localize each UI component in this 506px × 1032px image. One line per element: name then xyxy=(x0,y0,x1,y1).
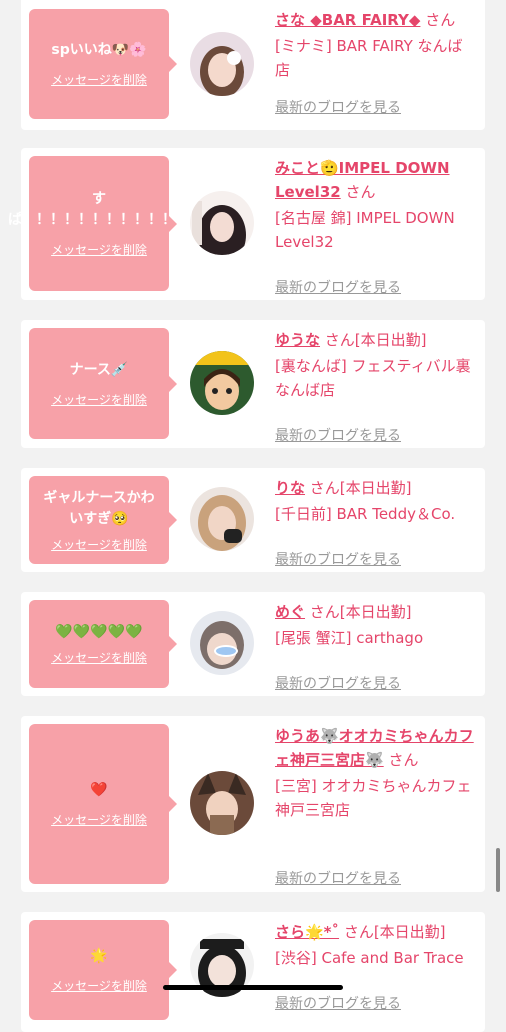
shop-name: [千日前] BAR Teddy＆Co. xyxy=(275,505,456,523)
shop-name: [名古屋 錦] IMPEL DOWN Level32 xyxy=(275,209,455,251)
message-text: 💚💚💚💚💚 xyxy=(55,624,143,640)
latest-blog-link[interactable]: 最新のブログを見る xyxy=(275,549,401,569)
latest-blog-link[interactable]: 最新のブログを見る xyxy=(275,993,401,1013)
avatar[interactable] xyxy=(190,351,254,415)
message-card: ❤️ メッセージを削除 ゆうあ🐺オオカミちゃんカフェ神戸三宮店🐺 さん [三宮]… xyxy=(21,716,485,892)
avatar[interactable] xyxy=(190,487,254,551)
message-card: すぱ！！！！！！！！！！！！ メッセージを削除 みこと🫡IMPEL DOWN L… xyxy=(8,148,485,300)
delete-message-link[interactable]: メッセージを削除 xyxy=(51,649,147,666)
latest-blog-link[interactable]: 最新のブログを見る xyxy=(275,425,401,445)
message-bubble: ギャルナースかわいすぎ🥺 メッセージを削除 xyxy=(29,476,177,564)
profile-name-link[interactable]: りな xyxy=(275,479,305,497)
shop-name: [尾張 蟹江] carthago xyxy=(275,629,424,647)
message-bubble: spいいね🐶🌸 メッセージを削除 xyxy=(29,9,177,119)
message-text: すぱ！！！！！！！！！！！！ xyxy=(8,191,190,228)
message-text: ナース💉 xyxy=(69,361,129,378)
avatar[interactable] xyxy=(190,32,254,96)
shop-name: [ミナミ] BAR FAIRY なんば店 xyxy=(275,37,463,79)
message-text: 🌟 xyxy=(90,948,108,964)
avatar[interactable] xyxy=(190,771,254,835)
message-text: ギャルナースかわいすぎ🥺 xyxy=(43,489,155,527)
message-bubble: 💚💚💚💚💚 メッセージを削除 xyxy=(29,600,177,688)
honorific: さん xyxy=(425,11,456,29)
message-bubble: すぱ！！！！！！！！！！！！ メッセージを削除 xyxy=(8,156,190,291)
profile-info: ゆうあ🐺オオカミちゃんカフェ神戸三宮店🐺 さん [三宮] オオカミちゃんカフェ神… xyxy=(275,724,475,887)
profile-info: みこと🫡IMPEL DOWN Level32 さん [名古屋 錦] IMPEL … xyxy=(275,156,475,296)
delete-message-link[interactable]: メッセージを削除 xyxy=(51,71,147,88)
message-card: 💚💚💚💚💚 メッセージを削除 めぐ さん[本日出勤] [尾張 蟹江] carth… xyxy=(21,592,485,696)
message-card: spいいね🐶🌸 メッセージを削除 さな ◆BAR FAIRY◆ さん [ミナミ]… xyxy=(21,0,485,130)
delete-message-link[interactable]: メッセージを削除 xyxy=(51,811,147,828)
profile-info: ゆうな さん[本日出勤] [裏なんば] フェスティバル裏なんば店 最新のブログを… xyxy=(275,328,475,444)
profile-name-link[interactable]: さな ◆BAR FAIRY◆ xyxy=(275,11,420,29)
message-text: ❤️ xyxy=(90,782,108,798)
shop-name: [三宮] オオカミちゃんカフェ神戸三宮店 xyxy=(275,777,472,819)
message-card: ナース💉 メッセージを削除 ゆうな さん[本日出勤] [裏なんば] フェスティバ… xyxy=(21,320,485,448)
profile-name-link[interactable]: ゆうな xyxy=(275,331,320,349)
latest-blog-link[interactable]: 最新のブログを見る xyxy=(275,97,401,117)
honorific: さん[本日出勤] xyxy=(343,923,446,941)
profile-info: さな ◆BAR FAIRY◆ さん [ミナミ] BAR FAIRY なんば店 最… xyxy=(275,8,475,116)
profile-name-link[interactable]: ゆうあ🐺オオカミちゃんカフェ神戸三宮店🐺 xyxy=(275,727,474,769)
delete-message-link[interactable]: メッセージを削除 xyxy=(51,536,147,553)
avatar[interactable] xyxy=(190,611,254,675)
latest-blog-link[interactable]: 最新のブログを見る xyxy=(275,673,401,693)
honorific: さん xyxy=(345,183,376,201)
message-bubble: ナース💉 メッセージを削除 xyxy=(29,328,177,439)
message-text: spいいね🐶🌸 xyxy=(51,42,147,58)
message-bubble: ❤️ メッセージを削除 xyxy=(29,724,177,884)
honorific: さん xyxy=(388,751,419,769)
profile-name-link[interactable]: さら🌟*˚ xyxy=(275,923,339,941)
delete-message-link[interactable]: メッセージを削除 xyxy=(51,977,147,994)
shop-name: [裏なんば] フェスティバル裏なんば店 xyxy=(275,357,471,399)
profile-info: りな さん[本日出勤] [千日前] BAR Teddy＆Co. 最新のブログを見… xyxy=(275,476,475,568)
message-card: ギャルナースかわいすぎ🥺 メッセージを削除 りな さん[本日出勤] [千日前] … xyxy=(21,468,485,572)
delete-message-link[interactable]: メッセージを削除 xyxy=(51,241,147,258)
profile-info: めぐ さん[本日出勤] [尾張 蟹江] carthago 最新のブログを見る xyxy=(275,600,475,692)
honorific: さん[本日出勤] xyxy=(309,603,412,621)
delete-message-link[interactable]: メッセージを削除 xyxy=(51,391,147,408)
message-bubble: 🌟 メッセージを削除 xyxy=(29,920,177,1020)
message-card: 🌟 メッセージを削除 さら🌟*˚ さん[本日出勤] [渋谷] Cafe and … xyxy=(21,912,485,1032)
scrollbar[interactable] xyxy=(496,848,500,892)
honorific: さん[本日出勤] xyxy=(309,479,412,497)
avatar[interactable] xyxy=(190,191,254,255)
latest-blog-link[interactable]: 最新のブログを見る xyxy=(275,277,401,297)
latest-blog-link[interactable]: 最新のブログを見る xyxy=(275,868,401,888)
honorific: さん[本日出勤] xyxy=(324,331,427,349)
shop-name: [渋谷] Cafe and Bar Trace xyxy=(275,949,464,967)
home-indicator[interactable] xyxy=(163,985,343,990)
profile-name-link[interactable]: めぐ xyxy=(275,603,305,621)
profile-info: さら🌟*˚ さん[本日出勤] [渋谷] Cafe and Bar Trace 最… xyxy=(275,920,475,1012)
